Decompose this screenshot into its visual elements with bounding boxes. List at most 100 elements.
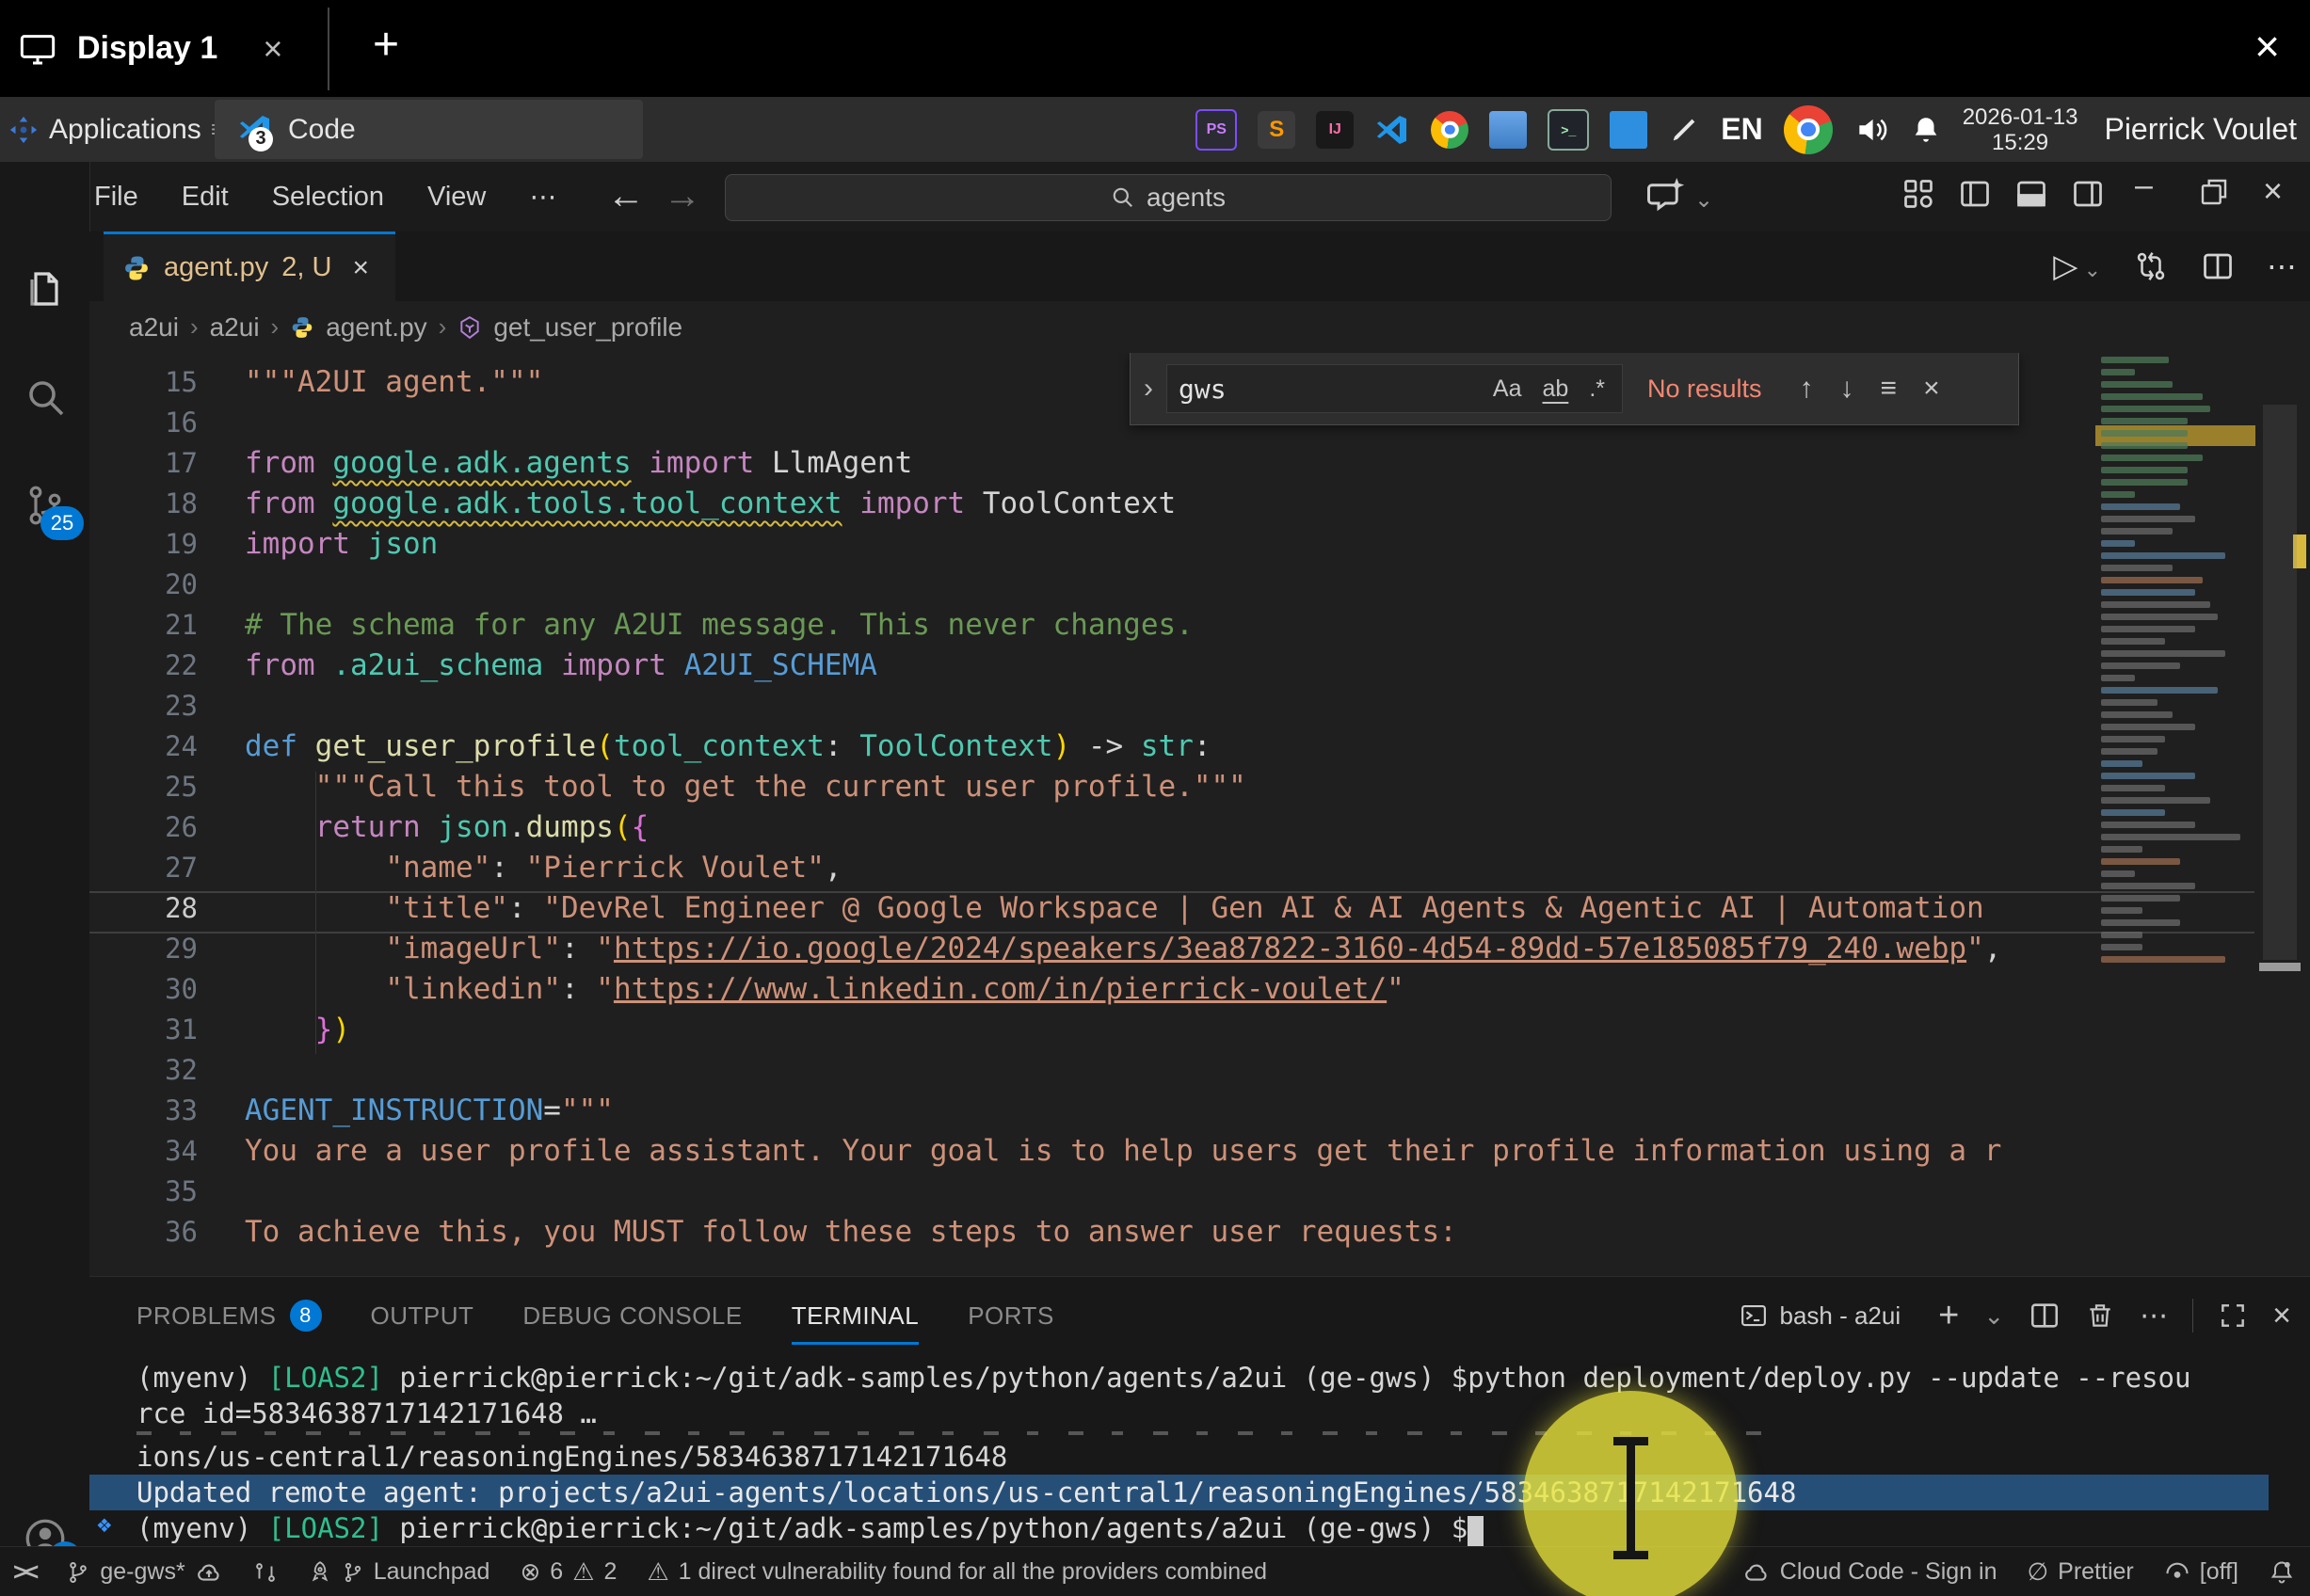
open-changes-icon[interactable] bbox=[2133, 248, 2169, 284]
search-sidebar-icon[interactable] bbox=[0, 355, 89, 439]
find-close-icon[interactable]: × bbox=[1923, 373, 1940, 405]
command-center-search[interactable]: agents bbox=[725, 174, 1612, 221]
terminal-tray-icon[interactable]: >_ bbox=[1548, 109, 1589, 151]
window-restore-icon[interactable] bbox=[2199, 177, 2229, 207]
chrome-tray-icon[interactable] bbox=[1431, 111, 1468, 149]
files-tray-icon[interactable] bbox=[1489, 111, 1527, 149]
code-line-34[interactable]: 34You are a user profile assistant. Your… bbox=[89, 1131, 2001, 1172]
applications-menu[interactable]: Applications ≡ bbox=[8, 114, 223, 146]
taskbar-window-code[interactable]: 3 Code bbox=[215, 100, 643, 159]
close-panel-icon[interactable]: × bbox=[2272, 1298, 2291, 1334]
code-line-19[interactable]: 19import json bbox=[89, 524, 438, 565]
clock[interactable]: 2026-01-13 15:29 bbox=[1963, 104, 2078, 155]
code-line-28[interactable]: 28 "title": "DevRel Engineer @ Google Wo… bbox=[89, 888, 1984, 929]
terminal-line[interactable]: ions/us-central1/reasoningEngines/583463… bbox=[136, 1439, 1007, 1475]
sublime-tray-icon[interactable]: S bbox=[1258, 111, 1295, 149]
nav-forward-icon[interactable]: → bbox=[664, 175, 701, 217]
match-case-icon[interactable]: Aa bbox=[1487, 374, 1528, 405]
menu-view[interactable]: View bbox=[412, 176, 501, 218]
code-line-32[interactable]: 32 bbox=[89, 1050, 245, 1091]
problems-button[interactable]: ⊗ 6 ⚠ 2 bbox=[520, 1557, 617, 1587]
find-input[interactable]: gws Aa ab .* bbox=[1166, 364, 1623, 413]
copilot-chevron-icon[interactable]: ⌄ bbox=[1694, 186, 1713, 214]
terminal-line[interactable]: (myenv) [LOAS2] pierrick@pierrick:~/git/… bbox=[136, 1360, 2190, 1396]
code-line-33[interactable]: 33AGENT_INSTRUCTION=""" bbox=[89, 1091, 614, 1131]
display-tray-icon[interactable] bbox=[1610, 111, 1647, 149]
screencast-status[interactable]: [off] bbox=[2164, 1558, 2238, 1586]
git-branch-button[interactable]: ge-gws* bbox=[66, 1558, 222, 1587]
source-control-icon[interactable]: 25 bbox=[0, 463, 89, 548]
terminal-line[interactable]: (myenv) [LOAS2] pierrick@pierrick:~/git/… bbox=[136, 1510, 1484, 1546]
vnc-window-close-icon[interactable]: × bbox=[2254, 21, 2280, 72]
notifications-bell-icon[interactable] bbox=[1910, 114, 1942, 146]
vnc-display-tab[interactable]: Display 1 × bbox=[19, 0, 282, 97]
code-line-15[interactable]: 15"""A2UI agent.""" bbox=[89, 362, 543, 403]
panel-tab-output[interactable]: OUTPUT bbox=[371, 1286, 474, 1345]
menu-more-icon[interactable]: ⋯ bbox=[514, 175, 571, 219]
panel-tab-debug-console[interactable]: DEBUG CONSOLE bbox=[522, 1286, 742, 1345]
terminal-dropdown-icon[interactable]: ⌄ bbox=[1983, 1301, 2004, 1331]
vulnerability-status[interactable]: ⚠ 1 direct vulnerability found for all t… bbox=[647, 1557, 1267, 1587]
code-line-18[interactable]: 18from google.adk.tools.tool_context imp… bbox=[89, 484, 1176, 524]
code-line-30[interactable]: 30 "linkedin": "https://www.linkedin.com… bbox=[89, 969, 1404, 1010]
customize-layout-icon[interactable] bbox=[1901, 177, 1935, 211]
window-close-icon[interactable]: × bbox=[2263, 171, 2283, 211]
kill-terminal-trash-icon[interactable] bbox=[2085, 1301, 2115, 1331]
tab-close-icon[interactable]: × bbox=[352, 252, 369, 284]
vnc-tab-close-icon[interactable]: × bbox=[263, 29, 282, 69]
new-terminal-icon[interactable]: + bbox=[1938, 1296, 1959, 1336]
code-line-35[interactable]: 35 bbox=[89, 1172, 245, 1212]
code-line-27[interactable]: 27 "name": "Pierrick Voulet", bbox=[89, 848, 842, 888]
find-next-icon[interactable]: ↓ bbox=[1840, 373, 1854, 405]
panel-tab-problems[interactable]: PROBLEMS8 bbox=[136, 1286, 322, 1345]
code-editor[interactable]: 15"""A2UI agent."""1617from google.adk.a… bbox=[89, 353, 2310, 1276]
panel-more-actions-icon[interactable]: ⋯ bbox=[2140, 1300, 2168, 1333]
editor-more-actions-icon[interactable]: ⋯ bbox=[2267, 248, 2297, 284]
code-line-17[interactable]: 17from google.adk.agents import LlmAgent bbox=[89, 443, 912, 484]
phpstorm-tray-icon[interactable]: PS bbox=[1195, 109, 1237, 151]
terminal-instance[interactable]: bash - a2ui bbox=[1740, 1301, 1901, 1331]
vscode-tray-icon[interactable] bbox=[1374, 112, 1410, 148]
breadcrumb-a2ui-1[interactable]: a2ui bbox=[129, 312, 179, 343]
terminal-output[interactable]: (myenv) [LOAS2] pierrick@pierrick:~/git/… bbox=[89, 1360, 2310, 1548]
keyboard-layout[interactable]: EN bbox=[1721, 112, 1762, 147]
notifications-bell[interactable] bbox=[2269, 1559, 2295, 1586]
find-query[interactable]: gws bbox=[1179, 374, 1478, 405]
tab-agent-py[interactable]: agent.py 2, U × bbox=[104, 231, 395, 301]
pen-tray-icon[interactable] bbox=[1668, 114, 1700, 146]
code-line-21[interactable]: 21# The schema for any A2UI message. Thi… bbox=[89, 605, 1194, 646]
breadcrumb-agent-py[interactable]: agent.py bbox=[326, 312, 426, 343]
run-python-icon[interactable]: ▷ ⌄ bbox=[2053, 247, 2101, 285]
panel-tab-terminal[interactable]: TERMINAL bbox=[792, 1286, 919, 1345]
volume-icon[interactable] bbox=[1853, 112, 1889, 148]
intellij-tray-icon[interactable]: IJ bbox=[1316, 111, 1354, 149]
launchpad-button[interactable]: Launchpad bbox=[308, 1558, 490, 1586]
menu-edit[interactable]: Edit bbox=[167, 176, 244, 218]
find-toggle-replace-icon[interactable]: › bbox=[1131, 373, 1166, 405]
code-line-22[interactable]: 22from .a2ui_schema import A2UI_SCHEMA bbox=[89, 646, 877, 686]
nav-back-icon[interactable]: ← bbox=[607, 175, 645, 217]
minimap[interactable] bbox=[2095, 353, 2255, 1012]
gemini-status-button[interactable] bbox=[253, 1560, 278, 1585]
code-line-16[interactable]: 16 bbox=[89, 403, 245, 443]
explorer-icon[interactable] bbox=[0, 247, 89, 331]
find-previous-icon[interactable]: ↑ bbox=[1800, 373, 1814, 405]
toggle-sidebar-icon[interactable] bbox=[1958, 177, 1992, 211]
code-line-26[interactable]: 26 return json.dumps({ bbox=[89, 807, 649, 848]
code-line-24[interactable]: 24def get_user_profile(tool_context: Too… bbox=[89, 726, 1211, 767]
menu-selection[interactable]: Selection bbox=[257, 176, 399, 218]
split-terminal-icon[interactable] bbox=[2029, 1300, 2061, 1332]
chrome-active-icon[interactable] bbox=[1784, 105, 1833, 154]
editor-scrollbar[interactable] bbox=[2263, 405, 2297, 960]
window-minimize-icon[interactable]: – bbox=[2135, 168, 2153, 204]
code-line-20[interactable]: 20 bbox=[89, 565, 245, 605]
regex-icon[interactable]: .* bbox=[1583, 374, 1611, 405]
whole-word-icon[interactable]: ab bbox=[1537, 374, 1575, 405]
code-line-29[interactable]: 29 "imageUrl": "https://io.google/2024/s… bbox=[89, 929, 2001, 969]
terminal-selected-line[interactable]: Updated remote agent: projects/a2ui-agen… bbox=[89, 1475, 2269, 1510]
split-editor-icon[interactable] bbox=[2201, 249, 2235, 283]
username-label[interactable]: Pierrick Voulet bbox=[2104, 112, 2297, 147]
copilot-chat-icon[interactable] bbox=[1645, 177, 1685, 216]
prettier-status[interactable]: ∅ Prettier bbox=[2028, 1557, 2134, 1587]
find-in-selection-icon[interactable]: ≡ bbox=[1881, 373, 1898, 405]
